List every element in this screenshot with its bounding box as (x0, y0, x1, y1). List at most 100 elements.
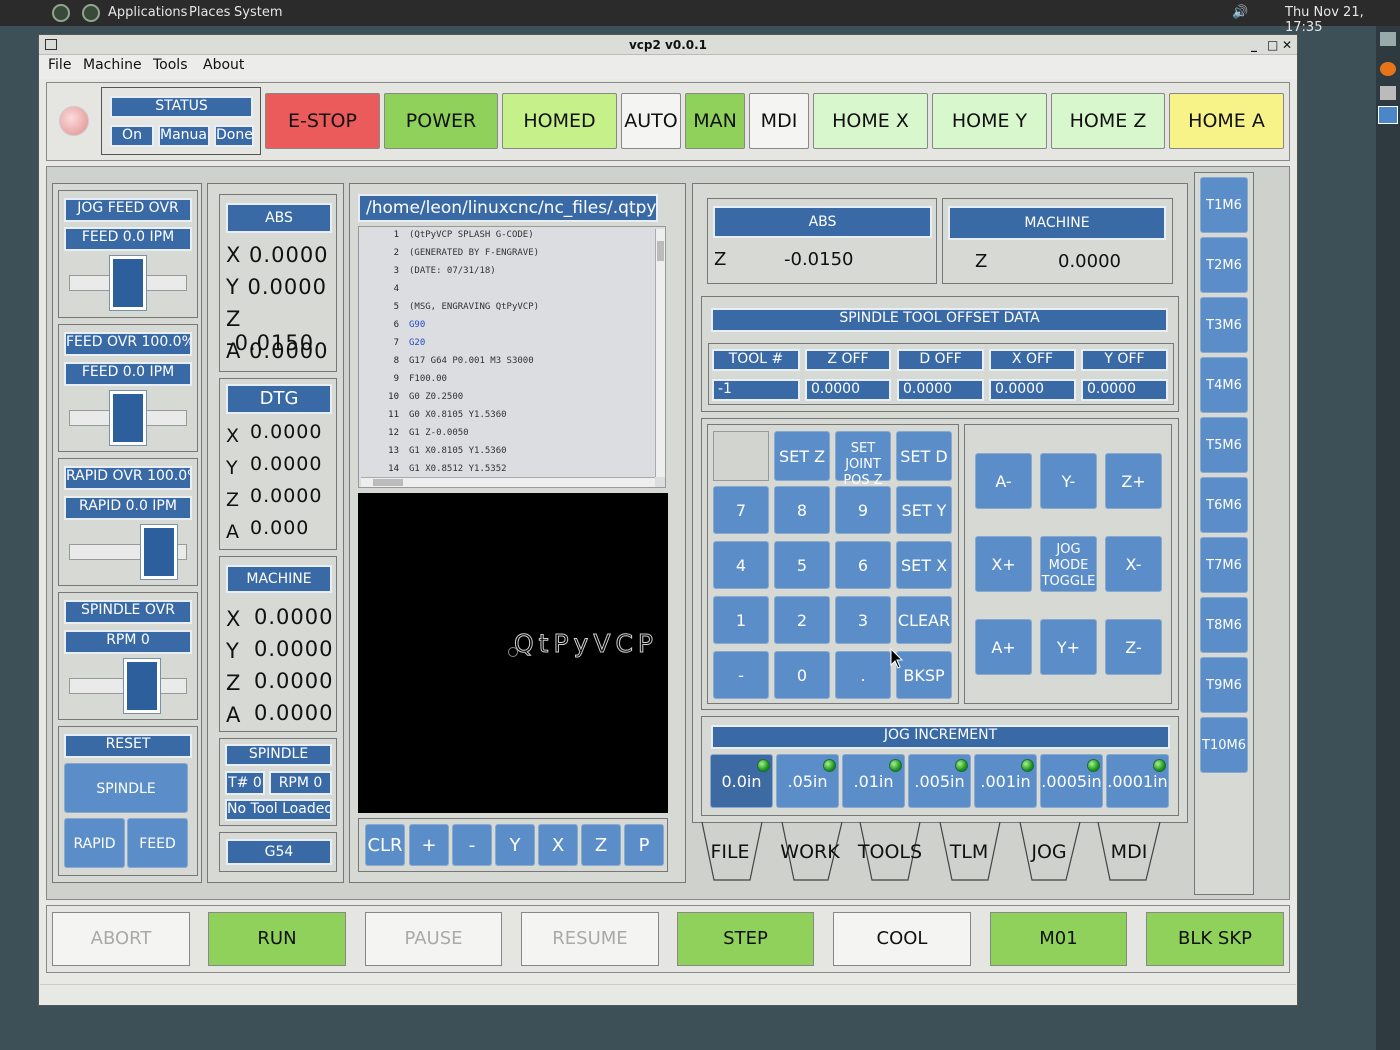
feed-slider-thumb[interactable] (109, 390, 147, 446)
gcode-line[interactable]: 9 F100.00 (359, 374, 659, 392)
power-button[interactable]: POWER (384, 93, 498, 149)
jog-inc-button[interactable]: .05in (776, 754, 839, 808)
tool-change-button[interactable]: T8M6 (1200, 597, 1248, 653)
key-2[interactable]: 2 (774, 596, 830, 644)
spindle-slider-thumb[interactable] (123, 658, 161, 714)
zoom-in-button[interactable]: + (409, 824, 449, 866)
set-x-button[interactable]: SET X (896, 541, 952, 589)
tool-change-button[interactable]: T6M6 (1200, 477, 1248, 533)
jog-mode-toggle-button[interactable]: JOG MODE TOGGLE (1040, 536, 1097, 592)
gcode-line[interactable]: 12 G1 Z-0.0050 (359, 428, 659, 446)
gcode-line[interactable]: 3 (DATE: 07/31/18) (359, 266, 659, 284)
mode-auto-button[interactable]: AUTO (621, 93, 681, 149)
key-6[interactable]: 6 (835, 541, 891, 589)
pause-button[interactable]: PAUSE (365, 912, 502, 966)
home-y-button[interactable]: HOME Y (932, 93, 1047, 149)
tool-change-button[interactable]: T10M6 (1200, 717, 1248, 773)
menu-machine[interactable]: Machine (83, 57, 142, 73)
view-x-button[interactable]: X (538, 824, 578, 866)
browser-icon[interactable] (1380, 62, 1396, 76)
jog-x-plus-button[interactable]: X+ (975, 536, 1032, 592)
key-9[interactable]: 9 (835, 486, 891, 534)
app-icon[interactable] (1380, 32, 1396, 46)
rapid-button[interactable]: RAPID (64, 818, 125, 868)
view-perspective-button[interactable]: P (624, 824, 664, 866)
launcher-icon[interactable] (52, 4, 70, 22)
gcode-line[interactable]: 7 G20 (359, 338, 659, 356)
key-5[interactable]: 5 (774, 541, 830, 589)
mode-mdi-button[interactable]: MDI (749, 93, 809, 149)
key-8[interactable]: 8 (774, 486, 830, 534)
tab-tools[interactable]: TOOLS (852, 822, 928, 882)
gcode-line[interactable]: 5 (MSG, ENGRAVING QtPyVCP) (359, 302, 659, 320)
jog-inc-button[interactable]: .005in (908, 754, 971, 808)
tool-change-button[interactable]: T5M6 (1200, 417, 1248, 473)
reset-button[interactable]: RESET (64, 734, 192, 758)
key-7[interactable]: 7 (713, 486, 769, 534)
spindle-button[interactable]: SPINDLE (64, 763, 188, 813)
window-icon[interactable] (1378, 106, 1398, 124)
tool-number-value[interactable]: -1 (712, 379, 800, 401)
tab-work[interactable]: WORK (772, 822, 848, 882)
gcode-vscroll-thumb[interactable] (657, 241, 664, 261)
jog-z-minus-button[interactable]: Z- (1105, 619, 1162, 675)
launcher-icon[interactable] (82, 4, 100, 22)
y-offset-value[interactable]: 0.0000 (1081, 379, 1168, 401)
mode-manual-button[interactable]: MAN (685, 93, 745, 149)
estop-button[interactable]: E-STOP (265, 93, 380, 149)
menu-tools[interactable]: Tools (153, 57, 188, 73)
homed-button[interactable]: HOMED (502, 93, 617, 149)
home-z-button[interactable]: HOME Z (1051, 93, 1165, 149)
abort-button[interactable]: ABORT (52, 912, 190, 966)
jog-inc-button[interactable]: .0005in (1040, 754, 1103, 808)
view-z-button[interactable]: Z (581, 824, 621, 866)
key-1[interactable]: 1 (713, 596, 769, 644)
gcode-hscroll-thumb[interactable] (373, 479, 403, 486)
m01-button[interactable]: M01 (990, 912, 1127, 966)
rapid-slider-thumb[interactable] (140, 524, 178, 580)
tab-jog[interactable]: JOG (1011, 822, 1087, 882)
gcode-line[interactable]: 11 G0 X0.8105 Y1.5360 (359, 410, 659, 428)
close-icon[interactable]: ✕ (1282, 35, 1292, 55)
gcode-editor[interactable]: 1 (QtPyVCP SPLASH G-CODE) 2 (GENERATED BY … (358, 226, 666, 488)
clear-button[interactable]: CLEAR (896, 596, 952, 644)
tab-tlm[interactable]: TLM (931, 822, 1007, 882)
gcode-line[interactable]: 6 G90 (359, 320, 659, 338)
run-button[interactable]: RUN (208, 912, 346, 966)
tool-change-button[interactable]: T9M6 (1200, 657, 1248, 713)
gcode-vscrollbar[interactable] (655, 229, 665, 477)
key-decimal[interactable]: . (835, 651, 891, 699)
view-y-button[interactable]: Y (495, 824, 535, 866)
d-offset-value[interactable]: 0.0000 (897, 379, 984, 401)
system-menu-applications[interactable]: Applications (108, 5, 187, 20)
jog-y-plus-button[interactable]: Y+ (1040, 619, 1097, 675)
jog-inc-button[interactable]: 0.0in (710, 754, 773, 808)
resume-button[interactable]: RESUME (521, 912, 659, 966)
system-menu-places[interactable]: Places (189, 5, 230, 20)
coolant-button[interactable]: COOL (833, 912, 971, 966)
window-menu-icon[interactable] (45, 39, 57, 50)
system-menu-system[interactable]: System (234, 5, 282, 20)
key-0[interactable]: 0 (774, 651, 830, 699)
key-4[interactable]: 4 (713, 541, 769, 589)
set-z-button[interactable]: SET Z (774, 431, 830, 481)
set-y-button[interactable]: SET Y (896, 486, 952, 534)
set-joint-pos-z-button[interactable]: SET JOINT POS Z (835, 431, 891, 488)
jog-a-minus-button[interactable]: A- (975, 453, 1032, 509)
home-x-button[interactable]: HOME X (813, 93, 928, 149)
gcode-hscrollbar[interactable] (361, 477, 655, 487)
tool-change-button[interactable]: T7M6 (1200, 537, 1248, 593)
tab-file[interactable]: FILE (692, 822, 768, 882)
jog-inc-button[interactable]: .01in (842, 754, 905, 808)
zoom-out-button[interactable]: - (452, 824, 492, 866)
view-clear-button[interactable]: CLR (365, 824, 405, 866)
jog-a-plus-button[interactable]: A+ (975, 619, 1032, 675)
gcode-line[interactable]: 10 G0 Z0.2500 (359, 392, 659, 410)
folder-icon[interactable] (1380, 86, 1396, 100)
gcode-line[interactable]: 8 G17 G64 P0.001 M3 S3000 (359, 356, 659, 374)
tool-change-button[interactable]: T4M6 (1200, 357, 1248, 413)
x-offset-value[interactable]: 0.0000 (989, 379, 1076, 401)
key-3[interactable]: 3 (835, 596, 891, 644)
home-a-button[interactable]: HOME A (1169, 93, 1284, 149)
jog-inc-button[interactable]: .0001in (1106, 754, 1169, 808)
